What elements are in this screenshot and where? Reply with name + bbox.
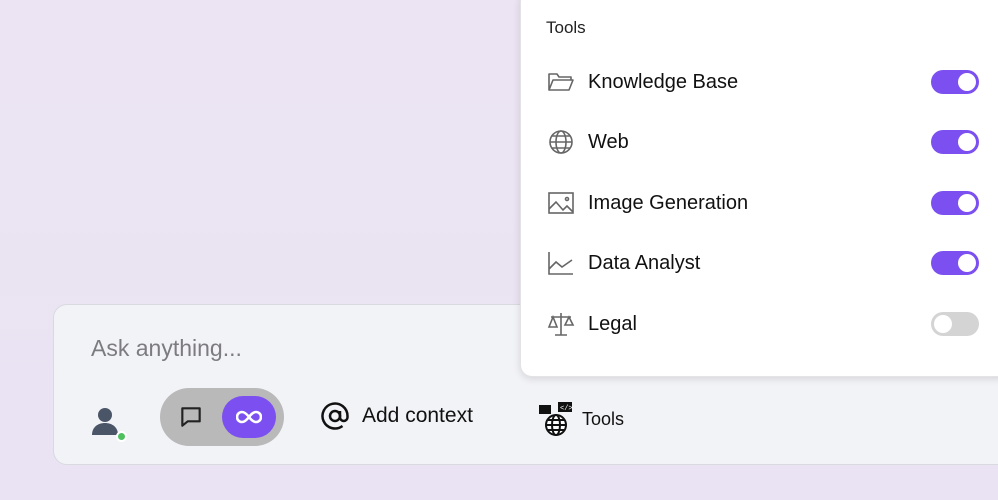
knowledge-base-toggle[interactable] (931, 70, 979, 94)
at-icon (321, 402, 349, 430)
tools-label: Tools (582, 408, 625, 429)
tool-row-legal[interactable]: Legal (547, 304, 979, 344)
folder-icon (548, 73, 574, 91)
tools-icon: </> (539, 402, 573, 436)
data-analyst-toggle[interactable] (931, 251, 979, 275)
tool-row-web[interactable]: Web (547, 122, 979, 162)
image-generation-toggle[interactable] (931, 191, 979, 215)
legal-toggle[interactable] (931, 312, 979, 336)
tool-label: Data Analyst (588, 251, 701, 274)
tool-label: Legal (588, 312, 637, 335)
web-toggle[interactable] (931, 130, 979, 154)
tools-button[interactable]: </> Tools (538, 401, 624, 437)
agent-mode-button[interactable] (222, 396, 276, 438)
image-icon (548, 192, 574, 214)
tool-row-image-generation[interactable]: Image Generation (547, 183, 979, 223)
svg-text:</>: </> (560, 405, 573, 413)
panel-title: Tools (546, 18, 586, 37)
user-avatar-icon[interactable] (90, 405, 120, 437)
online-status-dot (116, 431, 127, 442)
tool-label: Knowledge Base (588, 70, 739, 93)
mode-toggle[interactable] (160, 388, 284, 446)
line-chart-icon (548, 252, 573, 275)
message-input[interactable] (91, 335, 511, 362)
tool-row-knowledge-base[interactable]: Knowledge Base (547, 62, 979, 102)
tool-label: Image Generation (588, 191, 749, 214)
tools-panel: Tools Knowledge Base Web Image Generatio… (520, 0, 998, 377)
scale-icon (547, 313, 575, 336)
chat-mode-icon[interactable] (178, 404, 204, 430)
tool-row-data-analyst[interactable]: Data Analyst (547, 243, 979, 283)
add-context-button[interactable]: Add context (320, 401, 473, 431)
infinity-icon (236, 410, 262, 424)
add-context-label: Add context (362, 404, 473, 427)
tool-label: Web (588, 130, 629, 153)
globe-icon (549, 130, 573, 154)
